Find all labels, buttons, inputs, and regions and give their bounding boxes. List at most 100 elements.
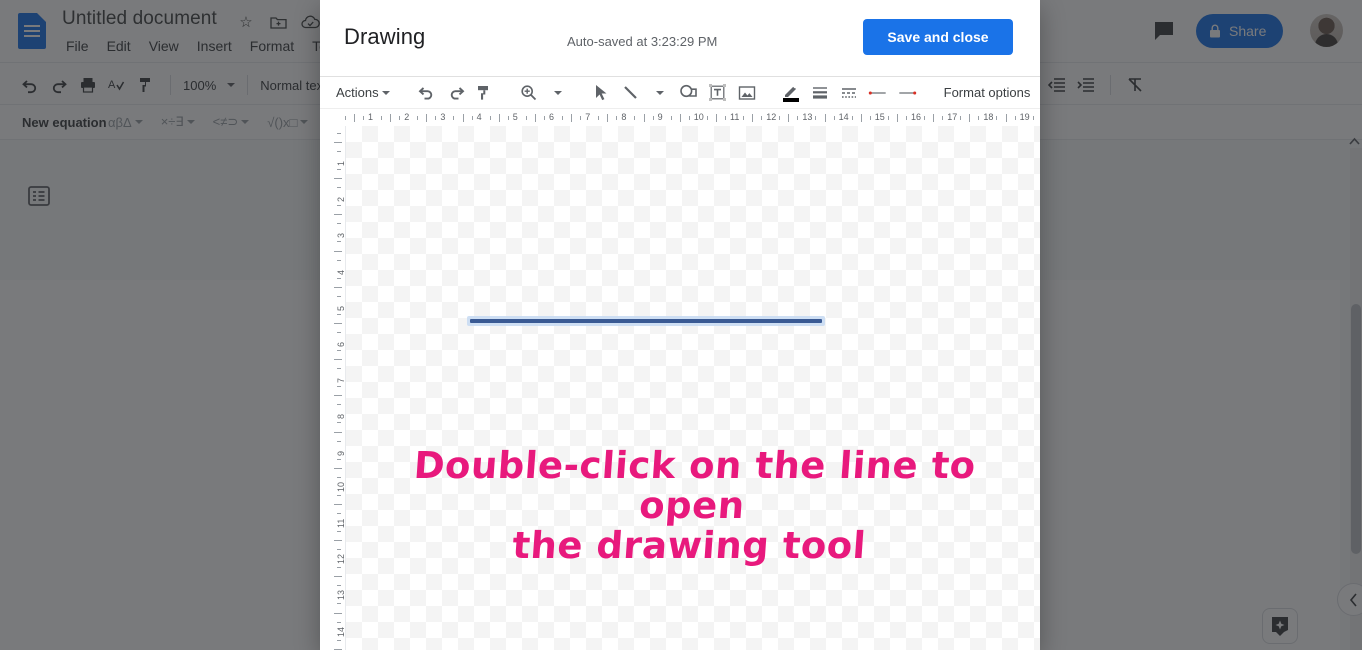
- ruler-tick: [337, 368, 341, 370]
- ruler-label: 10: [693, 112, 704, 122]
- ruler-tick: [543, 116, 545, 120]
- screen: Untitled document ☆ File Edit View Inser…: [0, 0, 1362, 650]
- ruler-label: 5: [512, 112, 518, 122]
- ruler-tick: [788, 114, 790, 122]
- ruler-tick: [353, 114, 355, 122]
- ruler-tick: [435, 116, 437, 120]
- ruler-tick: [337, 205, 341, 207]
- ruler-tick: [334, 503, 342, 505]
- ruler-tick: [643, 114, 645, 122]
- ruler-tick: [670, 116, 672, 120]
- ruler-label: 13: [336, 590, 346, 601]
- ruler-tick: [571, 114, 573, 122]
- ruler-tick: [337, 603, 341, 605]
- ruler-tick: [337, 223, 341, 225]
- ruler-tick: [905, 116, 907, 120]
- actions-label: Actions: [336, 85, 379, 100]
- ruler-tick: [525, 116, 527, 120]
- ruler-tick: [896, 114, 898, 122]
- ruler-tick: [337, 440, 341, 442]
- ruler-tick: [996, 116, 998, 120]
- format-options-button[interactable]: Format options: [938, 85, 1031, 100]
- ruler-tick: [337, 639, 341, 641]
- ruler-tick: [337, 404, 341, 406]
- line-weight-icon[interactable]: [807, 80, 833, 106]
- ruler-label: 7: [585, 112, 591, 122]
- ruler-tick: [337, 295, 341, 297]
- ruler-tick: [344, 116, 346, 120]
- drawing-horizontal-ruler: 1 2 3 4 5 6 7 8 9 10 11 12 13 14 15 16 17 18 19: [320, 108, 1040, 126]
- ruler-tick: [334, 431, 342, 433]
- ruler-label: 14: [336, 626, 346, 637]
- ruler-tick: [334, 178, 342, 180]
- annotation-line-2: the drawing tool: [510, 523, 868, 567]
- line-dash-icon[interactable]: [836, 80, 862, 106]
- ruler-tick: [334, 214, 342, 216]
- ruler-tick: [337, 169, 341, 171]
- ruler-tick: [887, 116, 889, 120]
- ruler-tick: [969, 114, 971, 122]
- ruler-tick: [1014, 116, 1016, 120]
- ruler-tick: [462, 114, 464, 122]
- select-cursor-icon[interactable]: [589, 80, 615, 106]
- ruler-tick: [337, 187, 341, 189]
- ruler-tick: [334, 286, 342, 288]
- ruler-tick: [337, 621, 341, 623]
- paint-format-icon[interactable]: [472, 80, 498, 106]
- undo-icon[interactable]: [414, 80, 440, 106]
- shape-tool-icon[interactable]: [676, 80, 702, 106]
- ruler-tick: [489, 116, 491, 120]
- ruler-tick: [426, 114, 428, 122]
- line-tool-icon[interactable]: [618, 80, 644, 106]
- ruler-tick: [824, 114, 826, 122]
- ruler-label: 12: [336, 554, 346, 565]
- drawing-canvas-area: 1 2 3 4 5 6 7 8 9 10 11 12 13 14 Double-click on the …: [320, 126, 1040, 650]
- ruler-label: 7: [336, 378, 346, 384]
- drawing-vertical-ruler[interactable]: 1 2 3 4 5 6 7 8 9 10 11 12 13 14: [320, 126, 346, 650]
- ruler-label: 11: [730, 112, 740, 122]
- ruler-tick: [453, 116, 455, 120]
- autosave-status: Auto-saved at 3:23:29 PM: [567, 34, 718, 49]
- ruler-tick: [942, 116, 944, 120]
- horizontal-ruler-track[interactable]: 1 2 3 4 5 6 7 8 9 10 11 12 13 14 15 16 17 18 19: [344, 109, 1040, 127]
- annotation-line-1: Double-click on the line to open: [412, 444, 978, 527]
- line-start-icon[interactable]: [865, 80, 891, 106]
- drawn-line[interactable]: [467, 316, 825, 326]
- line-end-icon[interactable]: [894, 80, 920, 106]
- save-and-close-button[interactable]: Save and close: [863, 19, 1013, 55]
- zoom-caret-icon[interactable]: [545, 80, 571, 106]
- ruler-tick: [337, 150, 341, 152]
- ruler-label: 8: [621, 112, 627, 122]
- actions-menu-button[interactable]: Actions: [330, 85, 396, 100]
- ruler-tick: [417, 116, 419, 120]
- ruler-label: 10: [336, 481, 346, 492]
- ruler-label: 4: [336, 269, 346, 275]
- line-caret-icon[interactable]: [647, 80, 673, 106]
- ruler-tick: [743, 116, 745, 120]
- ruler-tick: [337, 549, 341, 551]
- ruler-tick: [580, 116, 582, 120]
- drawing-canvas[interactable]: Double-click on the line to open the dra…: [346, 126, 1040, 650]
- line-stroke: [470, 319, 822, 323]
- ruler-tick: [337, 277, 341, 279]
- drawing-dialog-header: Drawing Auto-saved at 3:23:29 PM Save an…: [320, 0, 1040, 76]
- ruler-tick: [562, 116, 564, 120]
- ruler-label: 19: [1019, 112, 1030, 122]
- ruler-tick: [1032, 116, 1034, 120]
- ruler-label: 9: [336, 450, 346, 456]
- ruler-label: 2: [404, 112, 410, 122]
- chevron-down-icon: [381, 90, 390, 95]
- drawing-toolbar: Actions Format options: [320, 76, 1040, 108]
- line-color-icon[interactable]: [778, 80, 804, 106]
- ruler-tick: [634, 116, 636, 120]
- text-box-icon[interactable]: [705, 80, 731, 106]
- ruler-tick: [334, 141, 342, 143]
- ruler-tick: [761, 116, 763, 120]
- insert-image-icon[interactable]: [734, 80, 760, 106]
- ruler-tick: [869, 116, 871, 120]
- zoom-icon[interactable]: [516, 80, 542, 106]
- ruler-label: 16: [911, 112, 922, 122]
- ruler-tick: [337, 241, 341, 243]
- redo-icon[interactable]: [443, 80, 469, 106]
- ruler-tick: [334, 540, 342, 542]
